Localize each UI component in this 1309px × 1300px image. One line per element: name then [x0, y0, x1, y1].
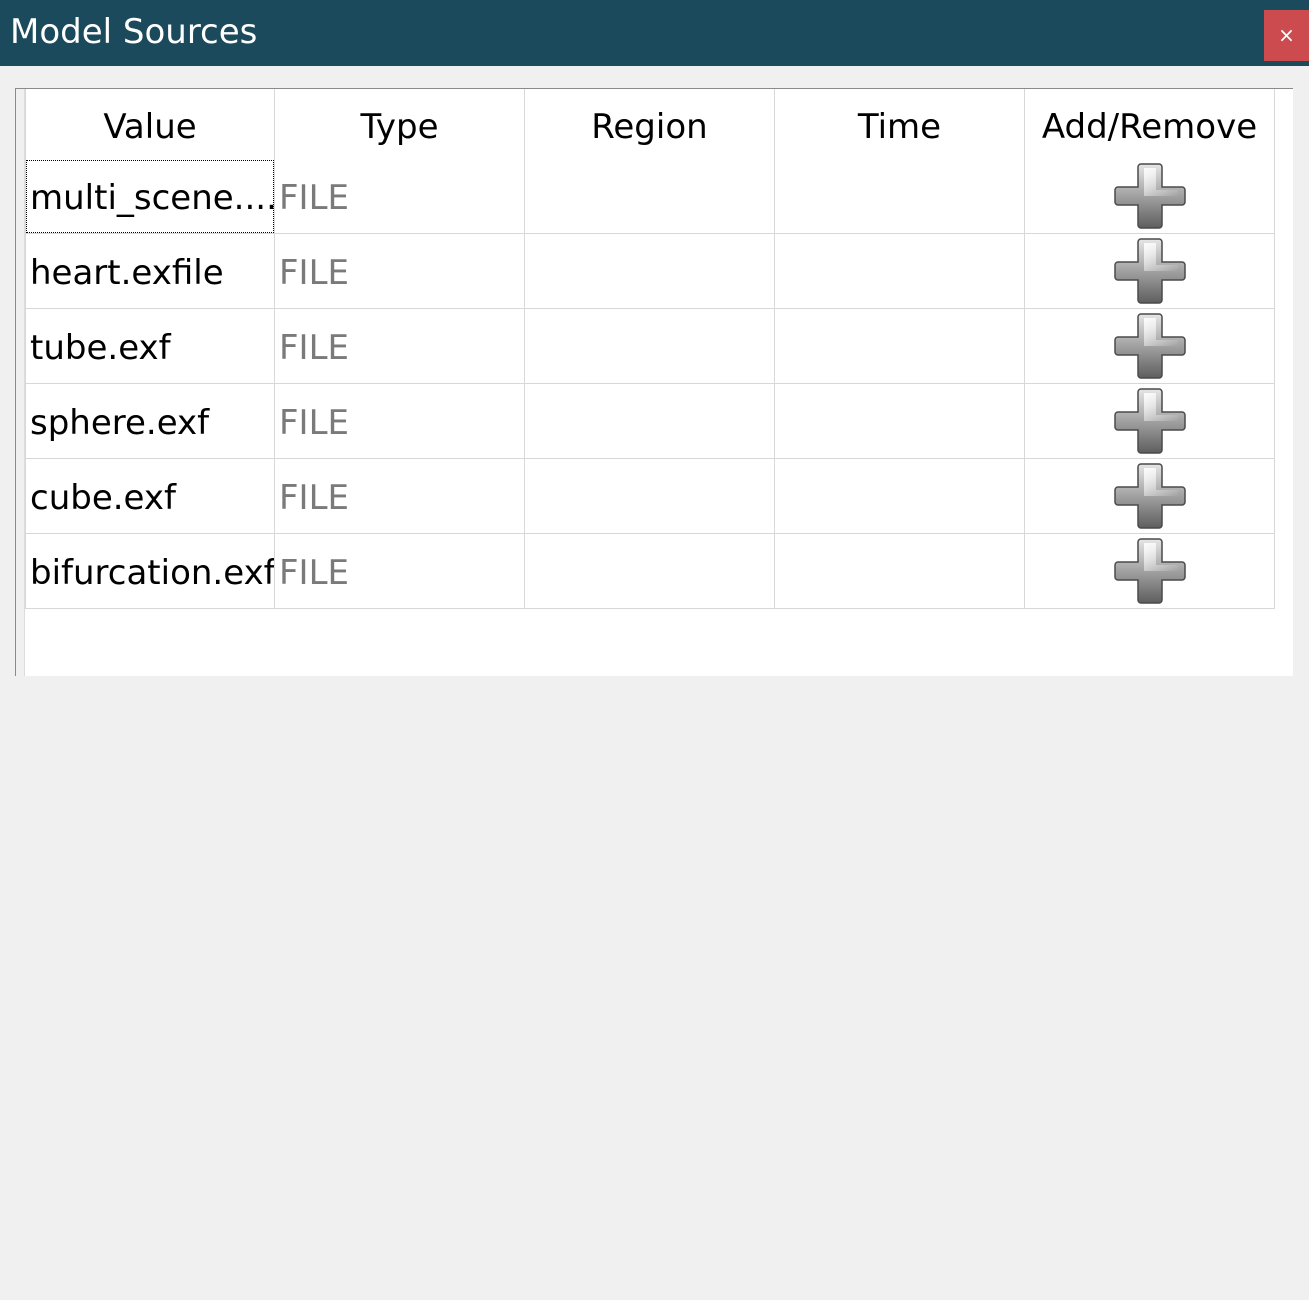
time-cell[interactable]	[775, 459, 1025, 534]
plus-icon[interactable]	[1113, 535, 1186, 607]
time-cell[interactable]	[775, 159, 1025, 234]
model-sources-table: Value Type Region Time Add/Remove multi_…	[15, 88, 1293, 676]
type-cell[interactable]: FILE	[275, 234, 525, 309]
value-cell[interactable]: tube.exf	[25, 309, 275, 384]
plus-icon[interactable]	[1113, 310, 1186, 382]
region-cell[interactable]	[525, 159, 775, 234]
type-cell[interactable]: FILE	[275, 459, 525, 534]
region-cell[interactable]	[525, 534, 775, 609]
value-cell[interactable]: sphere.exf	[25, 384, 275, 459]
region-cell[interactable]	[525, 459, 775, 534]
type-cell[interactable]: FILE	[275, 309, 525, 384]
column-header-type[interactable]: Type	[275, 89, 525, 159]
time-cell[interactable]	[775, 309, 1025, 384]
table-grid: Value Type Region Time Add/Remove multi_…	[25, 89, 1277, 609]
table-row[interactable]: heart.exfile FILE	[25, 234, 1277, 309]
table-row[interactable]: multi_scene.... FILE	[25, 159, 1277, 234]
add-remove-cell	[1025, 534, 1275, 609]
time-cell[interactable]	[775, 234, 1025, 309]
value-cell[interactable]: bifurcation.exf	[25, 534, 275, 609]
region-cell[interactable]	[525, 309, 775, 384]
column-header-region[interactable]: Region	[525, 89, 775, 159]
type-cell[interactable]: FILE	[275, 534, 525, 609]
value-cell[interactable]: cube.exf	[25, 459, 275, 534]
column-header-value[interactable]: Value	[25, 89, 275, 159]
table-row[interactable]: tube.exf FILE	[25, 309, 1277, 384]
time-cell[interactable]	[775, 384, 1025, 459]
table-row[interactable]: sphere.exf FILE	[25, 384, 1277, 459]
add-remove-cell	[1025, 309, 1275, 384]
region-cell[interactable]	[525, 234, 775, 309]
add-remove-cell	[1025, 384, 1275, 459]
type-cell[interactable]: FILE	[275, 384, 525, 459]
column-header-add-remove[interactable]: Add/Remove	[1025, 89, 1275, 159]
table-row[interactable]: cube.exf FILE	[25, 459, 1277, 534]
region-cell[interactable]	[525, 384, 775, 459]
plus-icon[interactable]	[1113, 235, 1186, 307]
vertical-header	[16, 89, 25, 676]
table-row[interactable]: bifurcation.exf FILE	[25, 534, 1277, 609]
table-header: Value Type Region Time Add/Remove	[25, 89, 1277, 159]
close-button[interactable]: ×	[1264, 10, 1309, 61]
title-bar: Model Sources ×	[0, 0, 1309, 66]
value-cell[interactable]: heart.exfile	[25, 234, 275, 309]
add-remove-cell	[1025, 159, 1275, 234]
plus-icon[interactable]	[1113, 460, 1186, 532]
add-remove-cell	[1025, 459, 1275, 534]
plus-icon[interactable]	[1113, 385, 1186, 457]
value-cell[interactable]: multi_scene....	[25, 159, 275, 234]
close-icon: ×	[1278, 23, 1295, 47]
add-remove-cell	[1025, 234, 1275, 309]
type-cell[interactable]: FILE	[275, 159, 525, 234]
time-cell[interactable]	[775, 534, 1025, 609]
plus-icon[interactable]	[1113, 160, 1186, 232]
column-header-time[interactable]: Time	[775, 89, 1025, 159]
window-title: Model Sources	[10, 12, 258, 52]
